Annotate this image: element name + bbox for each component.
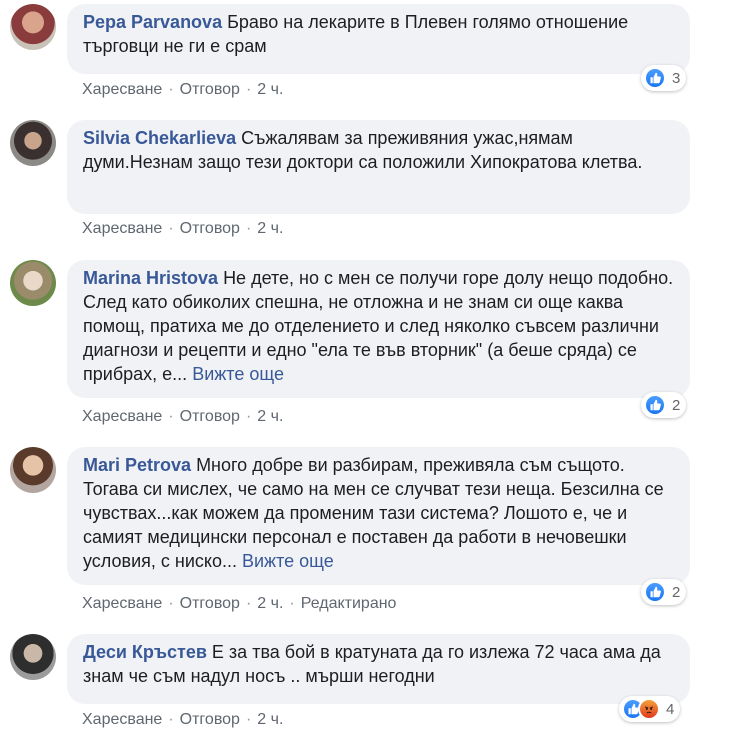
like-link[interactable]: Харесване	[82, 595, 162, 612]
reply-link[interactable]: Отговор	[180, 711, 240, 728]
avatar[interactable]	[10, 447, 56, 493]
reaction-summary[interactable]: 3	[641, 65, 687, 91]
see-more-link[interactable]: Вижте още	[192, 364, 284, 384]
comment-actions: Харесване · Отговор · 2 ч.	[82, 80, 283, 100]
like-link[interactable]: Харесване	[82, 408, 162, 425]
separator: ·	[245, 408, 252, 425]
comment-time[interactable]: 2 ч.	[257, 81, 283, 98]
comment-time[interactable]: 2 ч.	[257, 595, 283, 612]
separator: ·	[245, 81, 252, 98]
comment-actions: Харесване · Отговор · 2 ч.	[82, 219, 283, 239]
reaction-summary[interactable]: 2	[641, 392, 687, 418]
reaction-count: 2	[672, 396, 681, 414]
separator: ·	[245, 220, 252, 237]
separator: ·	[168, 595, 174, 612]
like-link[interactable]: Харесване	[82, 81, 162, 98]
reaction-summary[interactable]: 4	[619, 696, 681, 722]
separator: ·	[168, 81, 174, 98]
see-more-link[interactable]: Вижте още	[242, 551, 334, 571]
separator: ·	[245, 595, 252, 612]
comment-time[interactable]: 2 ч.	[257, 408, 283, 425]
reaction-summary[interactable]: 2	[641, 579, 687, 605]
avatar[interactable]	[10, 634, 56, 680]
comment-bubble: Деси Кръстев Е за тва бой в кратуната да…	[67, 634, 690, 704]
separator: ·	[245, 711, 252, 728]
comment-author[interactable]: Mari Petrova	[83, 455, 191, 475]
comment-bubble: Silvia Chekarlieva Съжалявам за преживян…	[67, 120, 690, 214]
reaction-count: 3	[672, 69, 681, 87]
reaction-count: 2	[672, 583, 681, 601]
like-icon	[644, 67, 666, 89]
reply-link[interactable]: Отговор	[180, 595, 240, 612]
comment-time[interactable]: 2 ч.	[257, 711, 283, 728]
comment-author[interactable]: Silvia Chekarlieva	[83, 128, 236, 148]
reply-link[interactable]: Отговор	[180, 408, 240, 425]
comment-actions: Харесване · Отговор · 2 ч.	[82, 407, 283, 427]
comment-bubble: Marina Hristova Не дете, но с мен се пол…	[67, 260, 690, 398]
comment-bubble: Mari Petrova Много добре ви разбирам, пр…	[67, 447, 690, 585]
comment-actions: Харесване · Отговор · 2 ч. · Редактирано	[82, 594, 396, 614]
reply-link[interactable]: Отговор	[180, 220, 240, 237]
avatar[interactable]	[10, 260, 56, 306]
separator: ·	[168, 220, 174, 237]
separator: ·	[289, 595, 295, 612]
comment-time[interactable]: 2 ч.	[257, 220, 283, 237]
avatar[interactable]	[10, 120, 56, 166]
like-link[interactable]: Харесване	[82, 711, 162, 728]
edited-label: Редактирано	[300, 595, 397, 612]
like-icon	[644, 394, 666, 416]
comment-actions: Харесване · Отговор · 2 ч.	[82, 710, 283, 730]
angry-icon	[638, 698, 660, 720]
comment-bubble: Pepa Parvanova Браво на лекарите в Плеве…	[67, 4, 690, 74]
reply-link[interactable]: Отговор	[180, 81, 240, 98]
separator: ·	[168, 408, 174, 425]
avatar[interactable]	[10, 4, 56, 50]
like-link[interactable]: Харесване	[82, 220, 162, 237]
comment-author[interactable]: Деси Кръстев	[83, 642, 207, 662]
reaction-count: 4	[666, 700, 675, 718]
like-icon	[644, 581, 666, 603]
comment-author[interactable]: Marina Hristova	[83, 268, 218, 288]
separator: ·	[168, 711, 174, 728]
comment-author[interactable]: Pepa Parvanova	[83, 12, 222, 32]
